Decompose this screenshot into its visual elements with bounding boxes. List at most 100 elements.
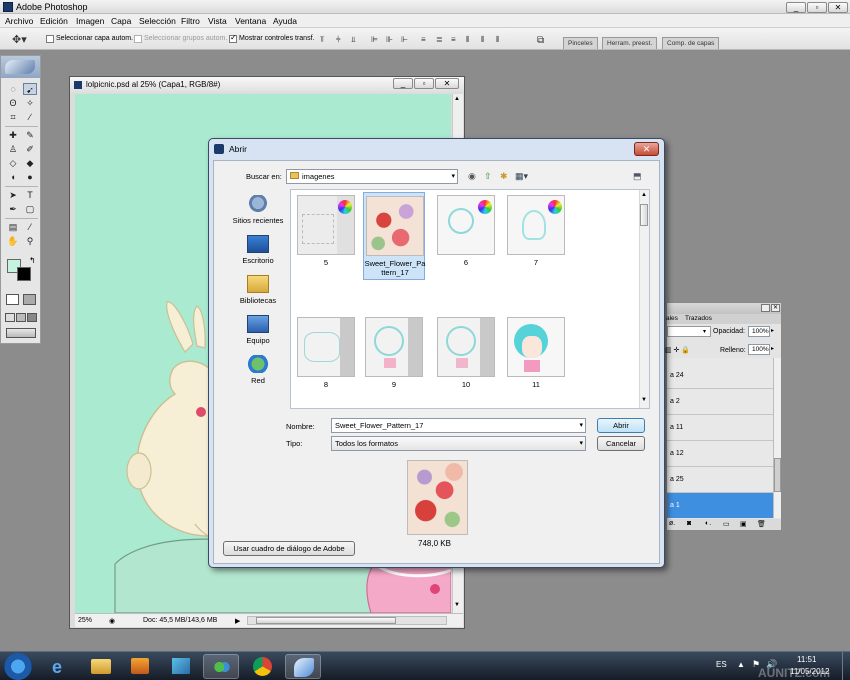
move-tool-icon[interactable]: ✥▾ bbox=[12, 33, 27, 46]
layers-scrollbar[interactable] bbox=[773, 358, 781, 518]
distribute-right-icon[interactable]: ⦀ bbox=[496, 35, 500, 45]
language-indicator[interactable]: ES bbox=[716, 660, 727, 669]
marquee-tool-icon[interactable]: ◌ bbox=[6, 83, 20, 95]
horizontal-scroll-thumb[interactable] bbox=[256, 617, 396, 624]
blend-mode-select[interactable]: ▾ bbox=[667, 326, 711, 337]
type-tool-icon[interactable]: T bbox=[23, 189, 37, 201]
file-name-input[interactable]: Sweet_Flower_Pattern_17 ▾ bbox=[331, 418, 586, 433]
tab-comp-de-capas[interactable]: Comp. de capas bbox=[662, 37, 720, 49]
shape-tool-icon[interactable]: ▢ bbox=[23, 203, 37, 215]
move-tool-icon[interactable]: ➹ bbox=[23, 83, 37, 95]
menu-edicion[interactable]: Edición bbox=[40, 16, 68, 26]
tab-pinceles[interactable]: Pinceles bbox=[563, 37, 598, 49]
taskbar-explorer[interactable] bbox=[83, 654, 119, 679]
show-desktop-button[interactable] bbox=[842, 652, 850, 680]
new-folder-icon[interactable]: ✱ bbox=[500, 171, 508, 182]
path-selection-tool-icon[interactable]: ➤ bbox=[6, 189, 20, 201]
taskbar-photoshop[interactable] bbox=[285, 654, 321, 679]
opacity-arrow-icon[interactable]: ▸ bbox=[771, 327, 774, 334]
file-thumbnail-item[interactable]: 10 bbox=[435, 314, 497, 400]
view-menu-icon[interactable]: ▦▾ bbox=[515, 171, 528, 182]
align-top-icon[interactable]: ⫪ bbox=[320, 35, 325, 45]
delete-layer-icon[interactable]: 🗑 bbox=[757, 520, 766, 528]
healing-brush-tool-icon[interactable]: ✚ bbox=[6, 129, 20, 141]
taskbar-chrome[interactable] bbox=[245, 654, 281, 679]
layer-row[interactable]: a 11 bbox=[667, 415, 773, 441]
taskbar-internet-explorer[interactable]: e bbox=[43, 654, 79, 679]
layer-style-icon[interactable]: ø. bbox=[669, 520, 675, 527]
back-icon[interactable]: ◉ bbox=[468, 171, 476, 182]
menu-ayuda[interactable]: Ayuda bbox=[273, 16, 297, 26]
distribute-left-icon[interactable]: ⦀ bbox=[466, 35, 470, 45]
tab-herram-preest[interactable]: Herram. preest. bbox=[602, 37, 658, 49]
file-type-select[interactable]: Todos los formatos ▾ bbox=[331, 436, 586, 451]
layer-row[interactable]: a 1 bbox=[667, 493, 773, 518]
align-left-icon[interactable]: ⊫ bbox=[371, 35, 378, 44]
layer-row[interactable]: a 24 bbox=[667, 363, 773, 389]
file-thumbnail-item[interactable]: 11 bbox=[505, 314, 567, 400]
menu-archivo[interactable]: Archivo bbox=[5, 16, 33, 26]
notes-tool-icon[interactable]: ▤ bbox=[6, 221, 20, 233]
adjustment-layer-icon[interactable]: ◐. bbox=[705, 520, 711, 527]
distribute-vcenter-icon[interactable]: ≣ bbox=[436, 35, 443, 44]
eraser-tool-icon[interactable]: ◇ bbox=[6, 157, 20, 169]
tab-capas-partial[interactable]: ales bbox=[666, 315, 678, 322]
file-thumbnail-item[interactable]: 6 bbox=[435, 192, 497, 278]
align-hcenter-icon[interactable]: ⊪ bbox=[386, 35, 393, 44]
swap-colors-icon[interactable]: ↰ bbox=[29, 256, 36, 265]
doc-close-button[interactable]: ✕ bbox=[435, 78, 459, 89]
scroll-up-arrow-icon[interactable]: ▲ bbox=[641, 192, 647, 198]
layer-row[interactable]: a 12 bbox=[667, 441, 773, 467]
menu-vista[interactable]: Vista bbox=[208, 16, 227, 26]
eyedropper-tool-icon[interactable]: ⁄ bbox=[23, 221, 37, 233]
screen-mode-full-menu-icon[interactable] bbox=[16, 313, 26, 322]
maximize-button[interactable]: ▫ bbox=[807, 2, 827, 13]
layer-mask-icon[interactable]: ◙ bbox=[687, 520, 691, 527]
fill-field[interactable]: 100% bbox=[748, 344, 770, 355]
minimize-button[interactable]: _ bbox=[786, 2, 806, 13]
distribute-top-icon[interactable]: ≡ bbox=[421, 35, 426, 44]
crop-tool-icon[interactable]: ⌗ bbox=[6, 111, 20, 123]
align-vcenter-icon[interactable]: ⫩ bbox=[336, 35, 341, 45]
show-hidden-icons-icon[interactable]: ▲ bbox=[737, 660, 745, 669]
standard-mode-icon[interactable] bbox=[6, 294, 19, 305]
history-brush-tool-icon[interactable]: ✐ bbox=[23, 143, 37, 155]
brush-tool-icon[interactable]: ✎ bbox=[23, 129, 37, 141]
scroll-down-arrow-icon[interactable]: ▼ bbox=[641, 397, 647, 403]
auto-select-groups-checkbox[interactable] bbox=[134, 35, 142, 43]
background-color-swatch[interactable] bbox=[17, 267, 31, 281]
close-button[interactable]: ✕ bbox=[828, 2, 848, 13]
menu-filtro[interactable]: Filtro bbox=[181, 16, 200, 26]
distribute-hcenter-icon[interactable]: ⦀ bbox=[481, 35, 485, 45]
scroll-up-arrow-icon[interactable]: ▲ bbox=[454, 96, 460, 102]
layer-row[interactable]: a 25 bbox=[667, 467, 773, 493]
menu-seleccion[interactable]: Selección bbox=[139, 16, 176, 26]
align-bottom-icon[interactable]: ⫫ bbox=[351, 35, 356, 45]
start-button[interactable] bbox=[4, 653, 32, 680]
screen-mode-standard-icon[interactable] bbox=[5, 313, 15, 322]
quick-mask-mode-icon[interactable] bbox=[23, 294, 36, 305]
up-folder-icon[interactable]: ⇧ bbox=[484, 171, 492, 182]
jump-to-imageready-icon[interactable] bbox=[6, 328, 36, 338]
cancel-button[interactable]: Cancelar bbox=[597, 436, 645, 451]
panel-close-icon[interactable]: ✕ bbox=[771, 304, 780, 312]
opacity-field[interactable]: 100% bbox=[748, 326, 770, 337]
fill-arrow-icon[interactable]: ▸ bbox=[771, 345, 774, 352]
tab-trazados[interactable]: Trazados bbox=[685, 315, 712, 322]
status-preview-icon[interactable]: ◉ bbox=[109, 617, 115, 625]
clone-stamp-tool-icon[interactable]: ♙ bbox=[6, 143, 20, 155]
auto-select-layer-checkbox[interactable] bbox=[46, 35, 54, 43]
status-menu-arrow-icon[interactable]: ▶ bbox=[235, 617, 240, 625]
dialog-close-button[interactable]: ✕ bbox=[634, 142, 659, 156]
taskbar-drawing-app[interactable] bbox=[163, 654, 199, 679]
hand-tool-icon[interactable]: ✋ bbox=[6, 235, 20, 247]
slice-tool-icon[interactable]: ∕ bbox=[23, 111, 37, 123]
doc-maximize-button[interactable]: ▫ bbox=[414, 78, 434, 89]
bridge-icon[interactable]: ⧉ bbox=[537, 35, 544, 46]
new-group-icon[interactable]: ▭ bbox=[723, 520, 730, 528]
menu-capa[interactable]: Capa bbox=[111, 16, 131, 26]
scroll-down-arrow-icon[interactable]: ▼ bbox=[454, 602, 460, 608]
taskbar-messenger[interactable] bbox=[203, 654, 239, 679]
layer-row[interactable]: a 2 bbox=[667, 389, 773, 415]
zoom-level[interactable]: 25% bbox=[78, 617, 92, 624]
